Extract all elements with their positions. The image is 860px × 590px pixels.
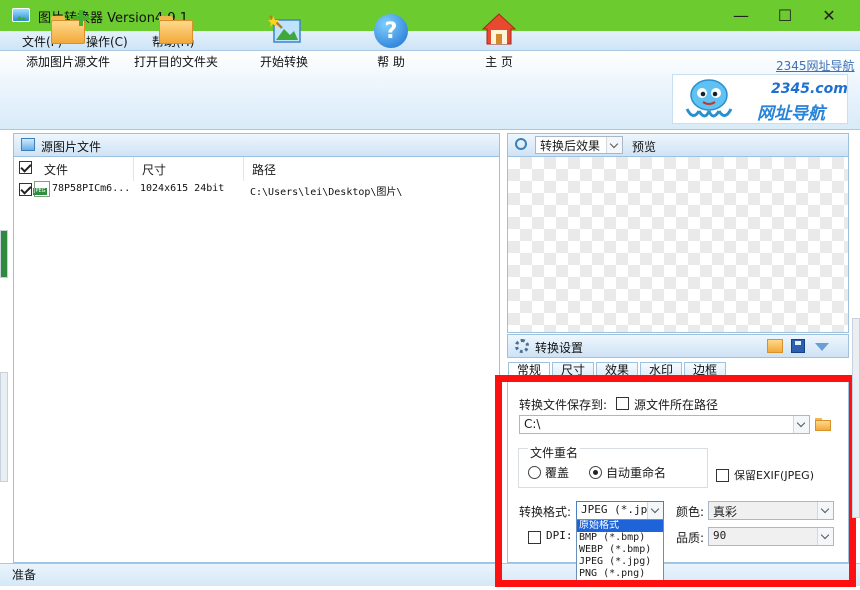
collapse-icon[interactable] [815,343,829,351]
minimize-button[interactable]: — [718,0,764,31]
select-all-checkbox[interactable] [19,161,32,174]
row-size: 1024x615 24bit [140,183,225,194]
ad-banner[interactable]: 2345.com 网址导航 [672,74,848,124]
open-destination-button[interactable]: 打开目的文件夹 [126,0,226,79]
open-settings-icon[interactable] [767,339,783,353]
settings-title: 转换设置 [535,341,584,355]
row-checkbox[interactable] [19,183,32,196]
highlight-frame [495,375,856,587]
save-settings-icon[interactable] [791,339,805,353]
settings-panel-header: 转换设置 [507,334,849,358]
add-source-label: 添加图片源文件 [25,55,110,69]
background-window-fragment [0,230,8,278]
app-window: 图片转换器 Version4.9.1 — ☐ ✕ 文件(F) 操作(C) 帮助(… [0,0,860,590]
home-icon [481,12,517,46]
octopus-mascot-icon [679,77,739,121]
column-size[interactable]: 尺寸 [134,157,244,181]
banner-link[interactable]: 2345网址导航 [776,57,855,74]
source-panel-header: 源图片文件 [13,133,500,157]
column-file[interactable]: 文件 [14,157,134,181]
magnifier-icon [515,138,527,150]
status-text: 准备 [12,568,37,582]
help-icon: ? [374,14,408,48]
background-window-fragment [852,318,860,518]
help-label: 帮 助 [377,55,405,69]
preview-mode-value: 转换后效果 [540,139,601,153]
home-label: 主 页 [485,55,513,69]
gear-icon [515,339,529,353]
row-file-name: 78P58PICm6... [52,183,131,194]
preview-mode-select[interactable]: 转换后效果 [535,136,623,154]
jpeg-badge: JPEG [33,188,47,195]
image-icon [21,138,35,151]
background-window-fragment [0,372,8,482]
row-path: C:\Users\lei\Desktop\图片\ [250,187,403,198]
column-path[interactable]: 路径 [244,157,499,181]
source-panel-title: 源图片文件 [41,140,102,154]
maximize-button[interactable]: ☐ [762,0,808,31]
magic-image-icon [268,14,302,44]
folder-icon [159,16,193,44]
preview-canvas [507,157,849,333]
jpeg-file-icon: JPEG [33,181,50,197]
close-button[interactable]: ✕ [806,0,852,31]
chevron-down-icon [606,137,622,153]
add-source-button[interactable]: 添加图片源文件 [18,0,118,79]
start-convert-button[interactable]: 开始转换 [244,0,324,79]
preview-panel-header: 转换后效果 预览 [507,133,849,157]
open-destination-label: 打开目的文件夹 [133,55,218,69]
help-button[interactable]: ? 帮 助 [358,0,424,79]
banner-brand: 2345.com [771,81,848,97]
add-folder-icon [51,10,89,44]
source-file-list[interactable]: 文件 尺寸 路径 JPEG 78P58PICm6... 1024x615 24b… [13,157,500,563]
preview-label: 预览 [632,140,657,154]
banner-subtitle: 网址导航 [757,104,825,124]
home-button[interactable]: 主 页 [466,0,532,79]
start-convert-label: 开始转换 [259,55,308,69]
